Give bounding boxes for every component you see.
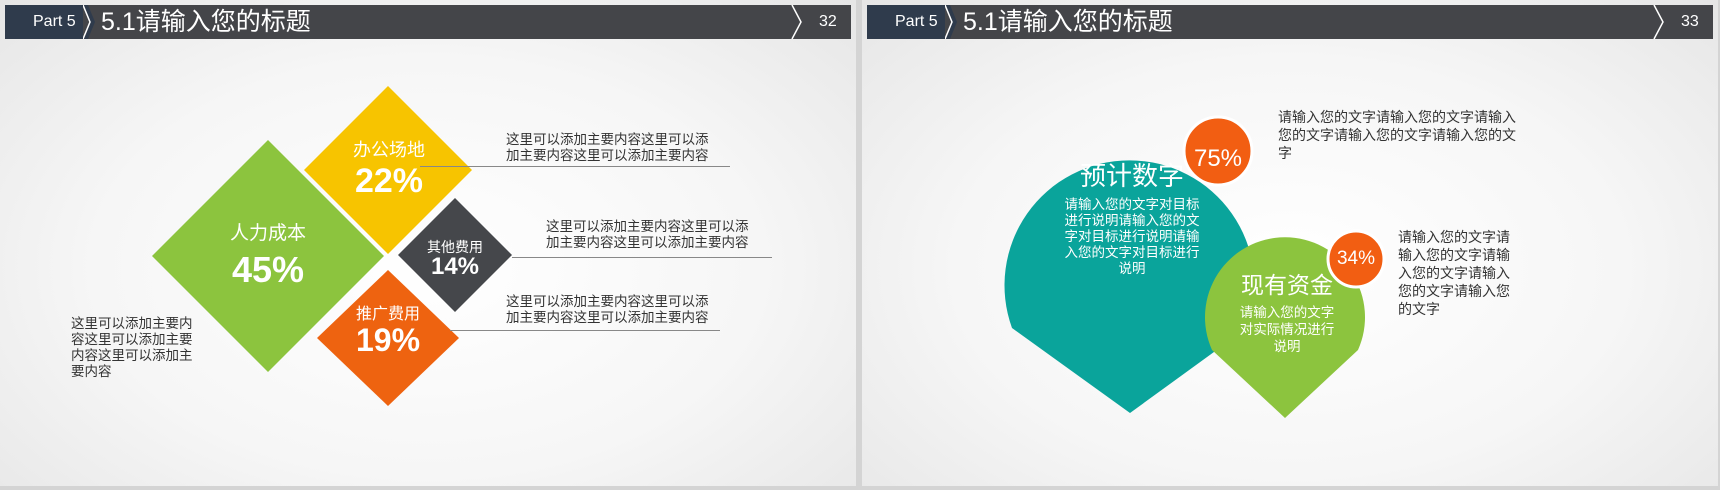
teal-content: 预计数字 请输入您的文字对目标 进行说明请输入您的文 字对目标进行说明请输 入您… — [1037, 156, 1227, 277]
office-description: 这里可以添加主要内容这里可以添 加主要内容这里可以添加主要内容 — [506, 132, 709, 163]
diamond-other-label-group: 其他费用 14% — [415, 237, 495, 281]
green-description: 请输入您的文字 对实际情况进行 说明 — [1239, 305, 1335, 354]
diamond-promo-label-group: 推广费用 19% — [338, 300, 438, 359]
green-content: 现有资金 请输入您的文字 对实际情况进行 说明 — [1222, 266, 1352, 355]
diamond-other-percent: 14% — [430, 253, 480, 280]
drop-graphic — [1004, 115, 1386, 418]
teal-description: 请输入您的文字对目标 进行说明请输入您的文 字对目标进行说明请输 入您的文字对目… — [1064, 197, 1200, 276]
diamond-office-label-group: 办公场地 22% — [330, 136, 448, 201]
diamond-promo-percent: 19% — [355, 322, 421, 358]
green-badge-percent: 34% — [1336, 248, 1376, 269]
hr-description: 这里可以添加主要内 容这里可以添加主要 内容这里可以添加主 要内容 — [71, 316, 193, 379]
diamond-office-percent: 22% — [354, 162, 424, 200]
diamond-hr-label-group: 人力成本 45% — [198, 218, 338, 291]
top-right-description: 请输入您的文字请输入您的文字请输入 您的文字请输入您的文字请输入您的文 字 — [1278, 109, 1516, 161]
diamond-promo-label: 推广费用 — [355, 306, 420, 323]
teal-badge-percent: 75% — [1193, 145, 1243, 172]
mid-right-description: 请输入您的文字请 输入您的文字请输 入您的文字请输入 您的文字请输入您 的文字 — [1398, 229, 1510, 317]
diamond-hr-percent: 45% — [231, 249, 305, 290]
slide-32: Part 5 5.1请输入您的标题 32 人力成本 45% 办公场地 22% 其… — [0, 0, 856, 486]
other-description: 这里可以添加主要内容这里可以添 加主要内容这里可以添加主要内容 — [546, 219, 749, 250]
office-callout-line — [420, 166, 730, 167]
promo-callout-line — [450, 330, 720, 331]
diamond-hr-label: 人力成本 — [229, 223, 306, 244]
slide-33: Part 5 5.1请输入您的标题 33 预计数字 请输入您的文字对目标 进行说… — [862, 0, 1718, 486]
green-title: 现有资金 — [1241, 272, 1333, 298]
diamond-office-label: 办公场地 — [353, 140, 425, 160]
other-callout-line — [512, 257, 772, 258]
promo-description: 这里可以添加主要内容这里可以添 加主要内容这里可以添加主要内容 — [506, 294, 709, 325]
